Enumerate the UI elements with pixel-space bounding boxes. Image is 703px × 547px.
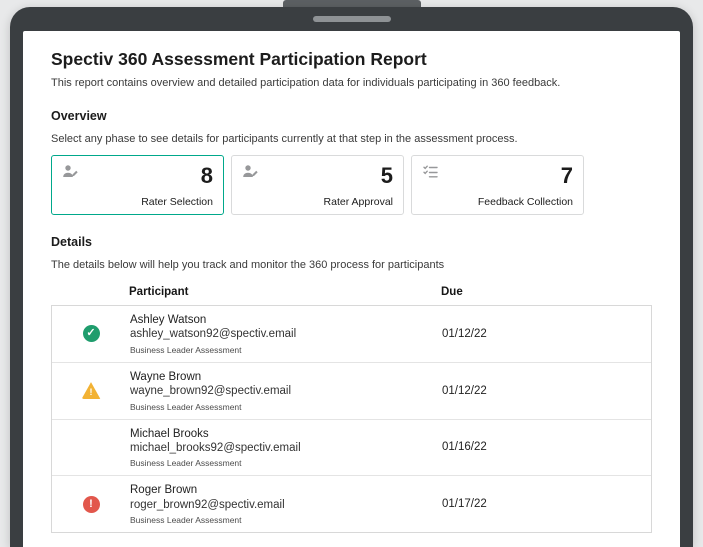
due-date: 01/12/22	[442, 327, 487, 340]
assessment-label: Business Leader Assessment	[130, 458, 242, 469]
report-screen: Spectiv 360 Assessment Participation Rep…	[23, 31, 680, 547]
participant-email: roger_brown92@spectiv.email	[130, 498, 285, 511]
table-row[interactable]: ! Roger Brown roger_brown92@spectiv.emai…	[52, 476, 651, 532]
table-header: Participant Due	[51, 279, 652, 305]
column-header-due: Due	[441, 286, 463, 298]
table-row[interactable]: Michael Brooks michael_brooks92@spectiv.…	[52, 419, 651, 477]
phase-label: Rater Selection	[141, 196, 213, 208]
phase-count: 5	[380, 163, 393, 188]
details-description: The details below will help you track an…	[51, 259, 445, 271]
phase-card-rater-selection[interactable]: 8 Rater Selection	[51, 155, 224, 215]
person-edit-icon	[242, 163, 259, 180]
tablet-frame: Spectiv 360 Assessment Participation Rep…	[10, 7, 693, 547]
assessment-label: Business Leader Assessment	[130, 515, 242, 525]
participants-table: Participant Due ✓ Ashley Watson ashley_w…	[51, 279, 652, 533]
participant-email: ashley_watson92@spectiv.email	[130, 328, 297, 341]
participant-name: Ashley Watson	[130, 314, 207, 326]
tablet-speaker	[312, 16, 391, 22]
status-complete-icon: ✓	[82, 325, 100, 343]
participant-name: Michael Brooks	[130, 427, 209, 440]
assessment-label: Business Leader Assessment	[130, 344, 242, 355]
due-date: 01/16/22	[442, 441, 487, 454]
table-body: ✓ Ashley Watson ashley_watson92@spectiv.…	[51, 305, 652, 533]
participant-email: michael_brooks92@spectiv.email	[130, 441, 301, 454]
phase-cards: 8 Rater Selection 5 Rater Approval 7 Fee…	[51, 155, 652, 215]
phase-count: 7	[560, 163, 573, 188]
status-icon	[83, 439, 100, 456]
status-warning-icon: !	[81, 382, 101, 400]
participant-email: wayne_brown92@spectiv.email	[130, 385, 292, 398]
phase-label: Feedback Collection	[477, 196, 573, 208]
phase-label: Rater Approval	[323, 196, 393, 208]
page-title: Spectiv 360 Assessment Participation Rep…	[51, 49, 427, 69]
table-row[interactable]: ! Wayne Brown wayne_brown92@spectiv.emai…	[52, 362, 651, 420]
due-date: 01/12/22	[442, 384, 487, 397]
person-edit-icon	[62, 163, 79, 180]
report-subtitle: This report contains overview and detail…	[51, 77, 561, 89]
checklist-icon	[422, 163, 439, 180]
column-header-participant: Participant	[129, 286, 189, 298]
phase-count: 8	[200, 163, 213, 188]
phase-card-feedback-collection[interactable]: 7 Feedback Collection	[411, 155, 584, 215]
status-error-icon: !	[82, 495, 100, 513]
details-heading: Details	[51, 235, 92, 249]
participant-name: Roger Brown	[130, 484, 198, 497]
due-date: 01/17/22	[442, 498, 487, 511]
participant-name: Wayne Brown	[130, 370, 202, 383]
assessment-label: Business Leader Assessment	[130, 401, 242, 412]
table-row[interactable]: ✓ Ashley Watson ashley_watson92@spectiv.…	[52, 306, 651, 363]
overview-heading: Overview	[51, 109, 107, 123]
overview-description: Select any phase to see details for part…	[51, 133, 518, 145]
phase-card-rater-approval[interactable]: 5 Rater Approval	[231, 155, 404, 215]
